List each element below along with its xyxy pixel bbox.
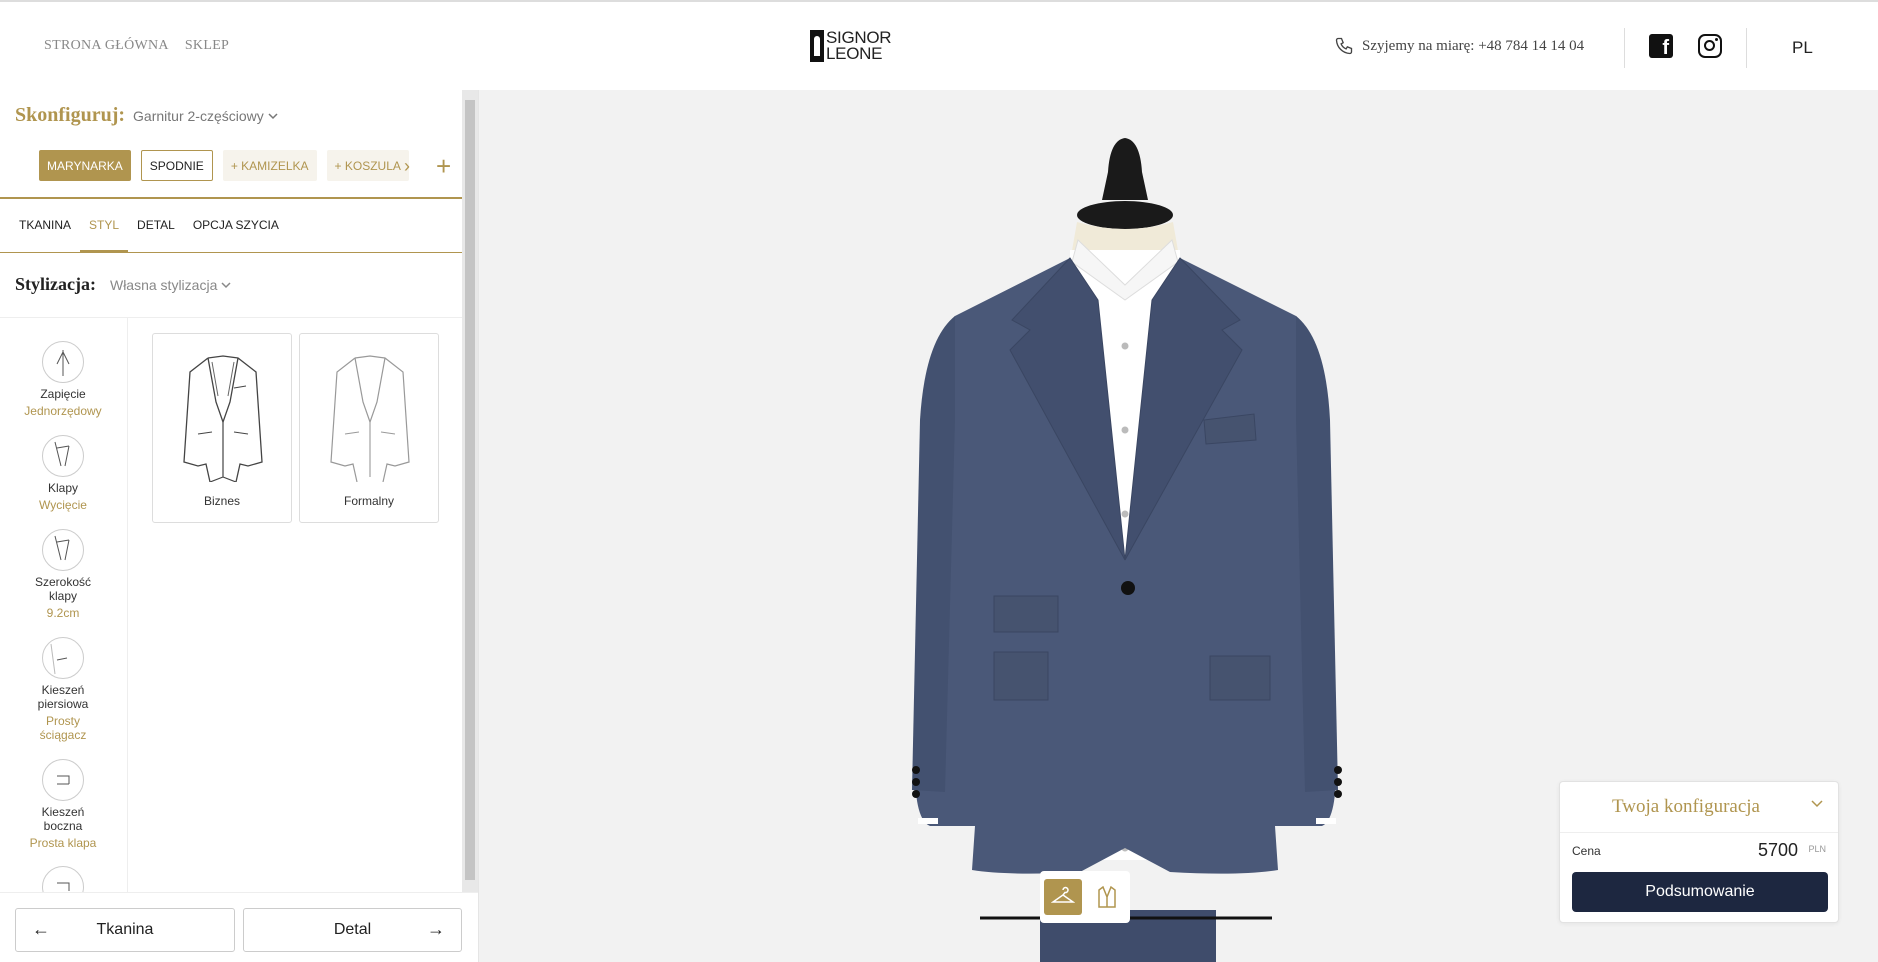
tabs-bottom-border (0, 252, 462, 253)
view-toggle (1040, 871, 1130, 923)
phone-contact[interactable]: Szyjemy na miarę: +48 784 14 14 04 (1334, 36, 1584, 56)
option-kieszen-boczna[interactable]: Kieszeń boczna Prosta klapa (0, 759, 126, 850)
site-header: STRONA GŁÓWNA SKLEP SIGNOR LEONE Szyjemy… (0, 0, 1878, 90)
jacket-sketch-icon (183, 355, 263, 482)
garment-pieces: MARYNARKA SPODNIE + KAMIZELKA + KOSZULA (39, 150, 409, 181)
piece-spodnie[interactable]: SPODNIE (140, 150, 213, 181)
header-separator (1746, 28, 1747, 68)
jacket-view-button[interactable] (1088, 879, 1126, 915)
prev-step-button[interactable]: ← Tkanina (15, 908, 235, 952)
price-currency: PLN (1808, 844, 1826, 854)
nav-home[interactable]: STRONA GŁÓWNA (44, 38, 169, 54)
lapel-width-icon (42, 529, 84, 571)
panel-scrollbar[interactable] (462, 90, 478, 892)
configure-value: Garnitur 2-częściowy (133, 108, 264, 124)
summary-divider (1560, 832, 1838, 833)
styling-dropdown[interactable]: Własna stylizacja (110, 277, 231, 293)
configure-label: Skonfiguruj: (15, 104, 126, 126)
chevron-down-icon[interactable] (1810, 796, 1824, 810)
chevron-down-icon (221, 282, 231, 289)
styling-row: Stylizacja: Własna stylizacja (15, 274, 231, 295)
hanger-icon (1051, 886, 1075, 903)
option-klapy[interactable]: Klapy Wycięcie (0, 435, 126, 512)
style-card-label: Formalny (343, 494, 394, 508)
section-divider (0, 317, 462, 318)
option-szerokosc-klapy[interactable]: Szerokość klapy 9.2cm (0, 529, 126, 620)
column-divider (127, 318, 128, 892)
piece-marynarka[interactable]: MARYNARKA (39, 150, 131, 181)
price-value: 5700 (1757, 840, 1798, 860)
instagram-icon[interactable] (1698, 34, 1722, 58)
styling-value: Własna stylizacja (109, 277, 218, 293)
piece-add-kamizelka[interactable]: + KAMIZELKA (222, 150, 317, 181)
option-kieszen-piersiowa[interactable]: Kieszeń piersiowa Prosty ściągacz (0, 637, 126, 742)
language-switch[interactable]: PL (1792, 38, 1813, 58)
tab-opcja-szycia[interactable]: OPCJA SZYCIA (184, 199, 288, 253)
option-zapiecie[interactable]: Zapięcie Jednorzędowy (0, 341, 126, 418)
next-step-button[interactable]: Detal → (243, 908, 462, 952)
configure-row: Skonfiguruj: Garnitur 2-częściowy (15, 104, 278, 127)
config-tabs: TKANINA STYL DETAL OPCJA SZYCIA (0, 199, 462, 253)
style-card-label: Biznes (203, 494, 241, 508)
logo-mark-icon (810, 30, 824, 62)
style-card-formalny[interactable]: Formalny (299, 333, 439, 523)
config-summary: Twoja konfiguracja Cena 5700 PLN Podsumo… (1559, 781, 1839, 923)
summary-button[interactable]: Podsumowanie (1572, 872, 1828, 912)
scrollbar-thumb[interactable] (465, 100, 475, 880)
breast-pocket-icon (42, 637, 84, 679)
hanger-view-button[interactable] (1044, 879, 1082, 915)
logo-line2: LEONE (826, 44, 883, 63)
jacket-icon (1098, 885, 1116, 908)
phone-icon (1335, 37, 1353, 55)
logo[interactable]: SIGNOR LEONE (810, 29, 892, 63)
tab-detal[interactable]: DETAL (128, 199, 184, 253)
arrow-right-icon: → (427, 919, 445, 939)
price-label: Cena (1572, 844, 1601, 858)
phone-text: Szyjemy na miarę: +48 784 14 14 04 (1362, 37, 1585, 54)
lapel-icon (42, 435, 84, 477)
tab-styl[interactable]: STYL (80, 199, 129, 253)
tab-tkanina[interactable]: TKANINA (10, 199, 80, 253)
buttoning-icon (42, 341, 84, 383)
style-card-biznes[interactable]: Biznes (152, 333, 292, 523)
summary-title[interactable]: Twoja konfiguracja (1612, 796, 1760, 818)
header-separator (1624, 28, 1625, 68)
nav-shop[interactable]: SKLEP (185, 38, 229, 54)
styling-label: Stylizacja: (15, 274, 96, 294)
jacket-sketch-icon (330, 355, 410, 482)
side-pocket-icon (42, 759, 84, 801)
configure-dropdown[interactable]: Garnitur 2-częściowy (133, 108, 278, 124)
chevron-right-icon[interactable]: › (404, 156, 410, 177)
facebook-icon[interactable]: f (1649, 34, 1673, 58)
chevron-down-icon (268, 113, 278, 120)
piece-add-koszula[interactable]: + KOSZULA (326, 150, 409, 181)
arrow-left-icon: ← (32, 919, 50, 939)
main-nav: STRONA GŁÓWNA SKLEP (44, 38, 229, 54)
plus-icon[interactable]: + (436, 151, 451, 182)
